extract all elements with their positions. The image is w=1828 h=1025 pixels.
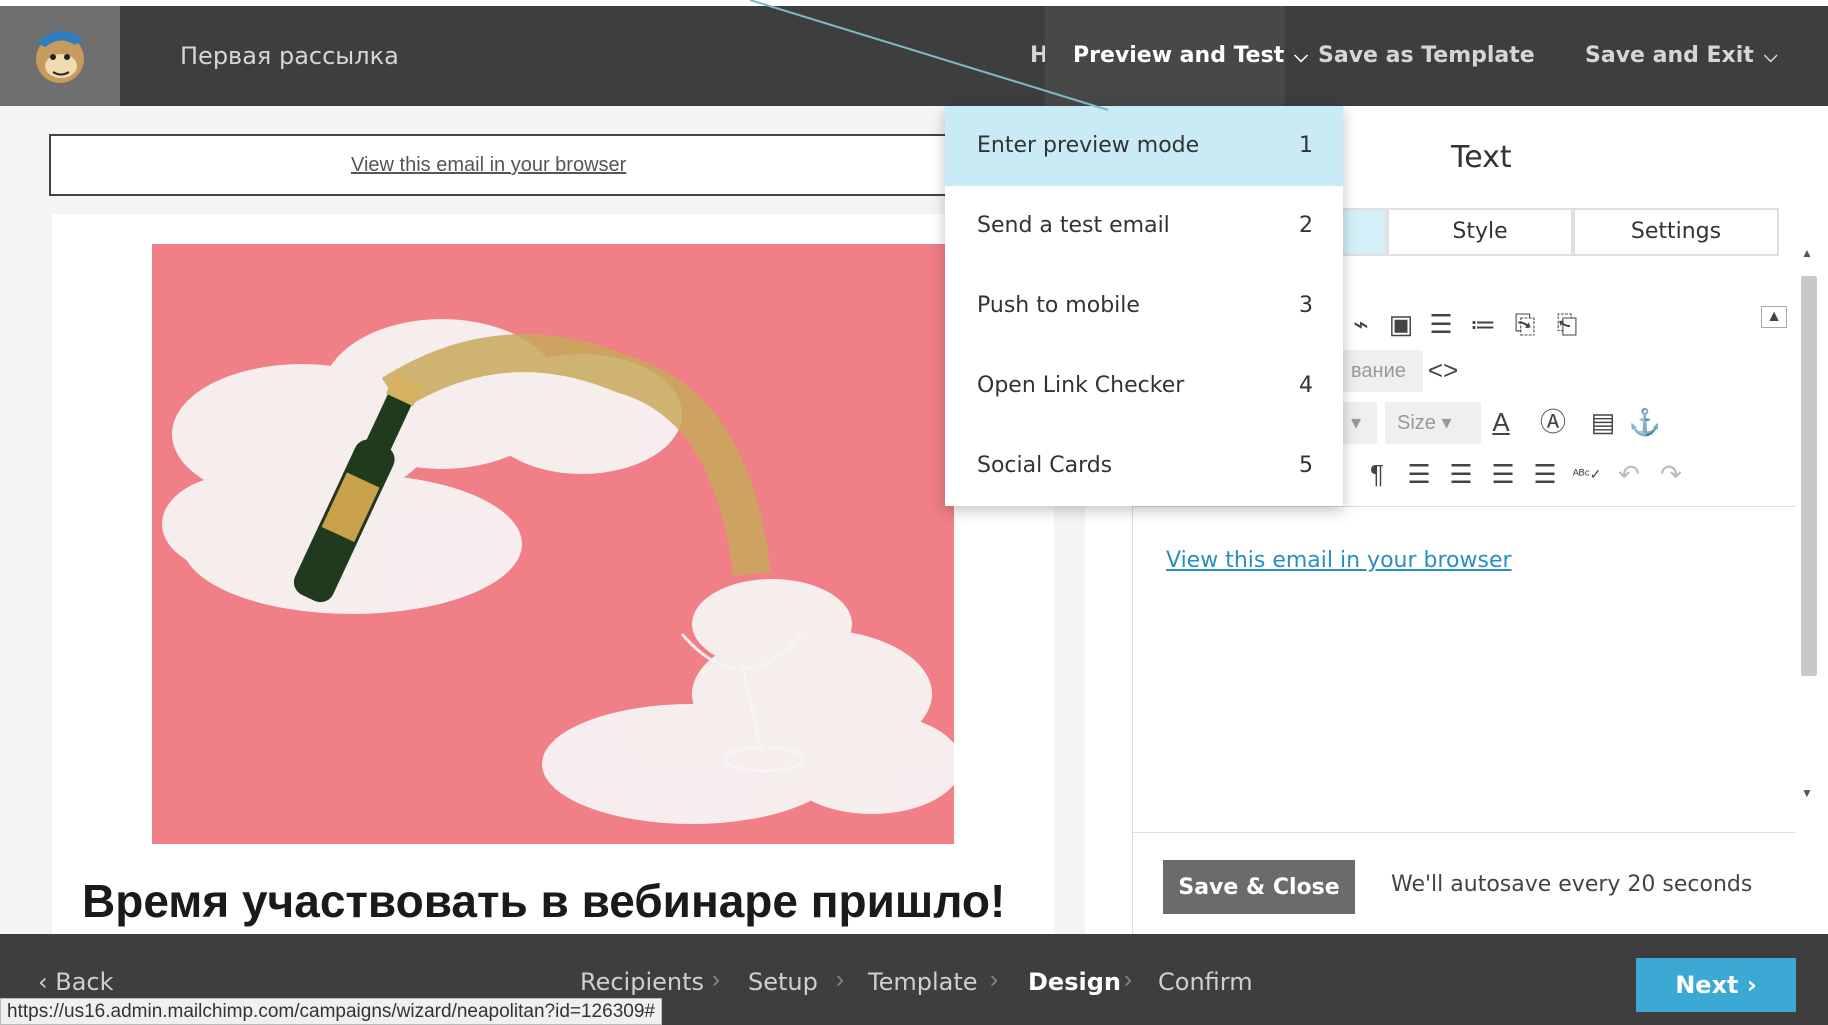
autosave-note: We'll autosave every 20 seconds bbox=[1391, 872, 1753, 897]
menu-item-label: Social Cards bbox=[977, 453, 1113, 478]
paste-icon[interactable]: ⎘ bbox=[1507, 306, 1543, 342]
menu-item-push-to-mobile[interactable]: Push to mobile 3 bbox=[945, 266, 1343, 346]
align-right-icon[interactable]: ☰ bbox=[1485, 456, 1521, 492]
save-and-exit-label: Save and Exit bbox=[1585, 43, 1754, 68]
mailchimp-logo[interactable] bbox=[0, 6, 120, 106]
back-label: Back bbox=[55, 968, 114, 996]
image-icon[interactable]: ▣ bbox=[1383, 306, 1419, 342]
chevron-right-icon: › bbox=[836, 966, 844, 993]
menu-item-label: Send a test email bbox=[977, 213, 1170, 238]
menu-item-label: Push to mobile bbox=[977, 293, 1140, 318]
campaign-title[interactable]: Первая рассылка bbox=[180, 6, 399, 106]
menu-item-social-cards[interactable]: Social Cards 5 bbox=[945, 426, 1343, 506]
save-close-button[interactable]: Save & Close bbox=[1163, 860, 1355, 914]
chevron-right-icon: › bbox=[1124, 966, 1132, 993]
scroll-up-arrow[interactable]: ▲ bbox=[1801, 246, 1813, 260]
panel-footer-divider bbox=[1133, 832, 1795, 833]
chevron-right-icon: › bbox=[712, 966, 720, 993]
align-left-icon[interactable]: ☰ bbox=[1401, 456, 1437, 492]
size-label: Size bbox=[1397, 412, 1436, 434]
numbered-list-icon[interactable]: ☰ bbox=[1423, 306, 1459, 342]
email-headline[interactable]: Время участвовать в вебинаре пришло! bbox=[82, 874, 1005, 928]
step-template[interactable]: Template bbox=[868, 968, 978, 996]
paragraph-icon[interactable]: ¶ bbox=[1359, 456, 1395, 492]
menu-item-send-test-email[interactable]: Send a test email 2 bbox=[945, 186, 1343, 266]
menu-item-shortcut: 2 bbox=[1299, 213, 1313, 238]
preview-and-test-menu[interactable]: Preview and Test ⌵ bbox=[1045, 6, 1308, 106]
format-select[interactable]: вание bbox=[1339, 350, 1423, 392]
step-setup[interactable]: Setup bbox=[748, 968, 818, 996]
menu-item-shortcut: 5 bbox=[1299, 453, 1313, 478]
paste-text-icon[interactable]: ⎗ bbox=[1549, 306, 1585, 342]
scrollbar-thumb[interactable] bbox=[1801, 276, 1817, 676]
chevron-right-icon: › bbox=[1746, 971, 1757, 999]
size-select[interactable]: Size ▾ bbox=[1385, 402, 1481, 444]
anchor-icon[interactable]: ⚓ bbox=[1627, 404, 1663, 440]
step-design[interactable]: Design bbox=[1028, 968, 1121, 996]
menu-item-open-link-checker[interactable]: Open Link Checker 4 bbox=[945, 346, 1343, 426]
collapse-toolbar-icon[interactable]: ▲ bbox=[1761, 306, 1787, 328]
table-icon[interactable]: ▤ bbox=[1585, 404, 1621, 440]
editor-view-in-browser-link[interactable]: View this email in your browser bbox=[1166, 548, 1512, 573]
chevron-down-icon: ⌵ bbox=[1294, 46, 1308, 67]
tab-style[interactable]: Style bbox=[1387, 208, 1573, 256]
menu-item-shortcut: 1 bbox=[1299, 133, 1313, 158]
email-preview[interactable]: View this email in your browser Время уч… bbox=[0, 106, 1085, 934]
next-button[interactable]: Next › bbox=[1636, 958, 1796, 1012]
email-body: Время участвовать в вебинаре пришло! bbox=[52, 214, 1054, 934]
bulleted-list-icon[interactable]: ≔ bbox=[1465, 306, 1501, 342]
preheader-block[interactable]: View this email in your browser bbox=[49, 134, 1069, 196]
chevron-down-icon: ⌵ bbox=[1763, 46, 1778, 67]
align-center-icon[interactable]: ☰ bbox=[1443, 456, 1479, 492]
menu-item-enter-preview-mode[interactable]: Enter preview mode 1 bbox=[945, 106, 1343, 186]
source-code-icon[interactable]: <> bbox=[1425, 352, 1461, 388]
status-bar-url: https://us16.admin.mailchimp.com/campaig… bbox=[0, 998, 662, 1025]
preview-and-test-label: Preview and Test bbox=[1073, 43, 1285, 68]
chevron-left-icon: ‹ bbox=[38, 968, 48, 996]
undo-icon[interactable]: ↶ bbox=[1611, 456, 1647, 492]
monkey-icon bbox=[36, 30, 84, 83]
editor-scrollbar[interactable]: ▲ ▼ bbox=[1797, 246, 1821, 806]
justify-icon[interactable]: ☰ bbox=[1527, 456, 1563, 492]
save-and-exit-menu[interactable]: Save and Exit ⌵ bbox=[1585, 6, 1777, 106]
preview-and-test-dropdown: Enter preview mode 1 Send a test email 2… bbox=[945, 106, 1343, 506]
champagne-clouds-image bbox=[152, 244, 954, 844]
hero-image[interactable] bbox=[152, 244, 954, 844]
top-bar: Первая рассылка Help Preview and Test⌵ S… bbox=[0, 6, 1828, 106]
tab-settings[interactable]: Settings bbox=[1573, 208, 1779, 256]
background-color-icon[interactable]: Ⓐ bbox=[1535, 404, 1571, 440]
menu-item-label: Open Link Checker bbox=[977, 373, 1185, 398]
back-button[interactable]: ‹ Back bbox=[38, 968, 114, 996]
menu-item-shortcut: 4 bbox=[1299, 373, 1313, 398]
next-label: Next bbox=[1675, 971, 1739, 999]
step-recipients[interactable]: Recipients bbox=[580, 968, 704, 996]
save-as-template-button[interactable]: Save as Template bbox=[1318, 6, 1535, 106]
link-icon[interactable]: ⌁ bbox=[1343, 306, 1379, 342]
panel-title: Text bbox=[1451, 140, 1512, 175]
scroll-down-arrow[interactable]: ▼ bbox=[1801, 786, 1813, 800]
spellcheck-icon[interactable]: ᴬᴮᶜ✓ bbox=[1569, 456, 1605, 492]
chevron-right-icon: › bbox=[990, 966, 998, 993]
text-color-icon[interactable]: A bbox=[1483, 404, 1519, 440]
menu-item-shortcut: 3 bbox=[1299, 293, 1313, 318]
font-select[interactable]: ▾ bbox=[1339, 402, 1377, 444]
toolbar-divider bbox=[1133, 506, 1795, 507]
menu-item-label: Enter preview mode bbox=[977, 133, 1200, 158]
step-confirm[interactable]: Confirm bbox=[1158, 968, 1253, 996]
view-in-browser-link[interactable]: View this email in your browser bbox=[351, 154, 626, 177]
redo-icon[interactable]: ↷ bbox=[1653, 456, 1689, 492]
